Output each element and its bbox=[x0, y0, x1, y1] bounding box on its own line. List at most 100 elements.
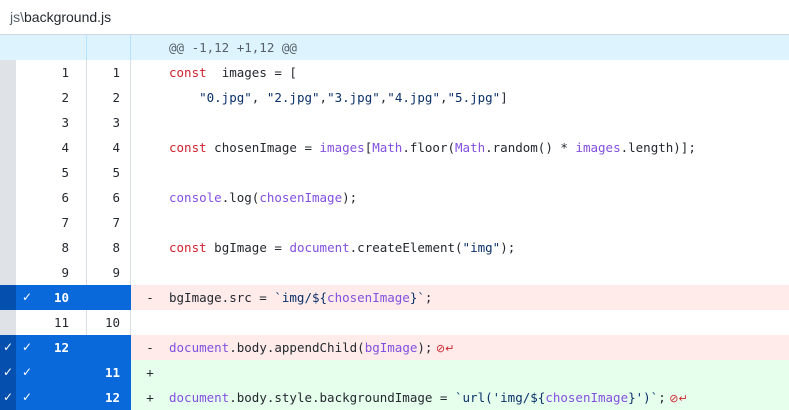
line-gutter[interactable]: ✓ bbox=[0, 385, 16, 410]
diff-sign bbox=[131, 35, 159, 60]
new-line-number[interactable]: 7 bbox=[87, 210, 131, 235]
old-line-number[interactable]: 2 bbox=[16, 85, 87, 110]
diff-line[interactable]: 55 bbox=[0, 160, 789, 185]
new-line-number[interactable]: 9 bbox=[87, 260, 131, 285]
code-token: ); bbox=[417, 340, 433, 355]
new-line-number bbox=[87, 35, 131, 60]
old-line-number[interactable]: 11 bbox=[16, 310, 87, 335]
old-line-number[interactable]: ✓ 10 bbox=[16, 285, 87, 310]
code-token: "3.jpg" bbox=[327, 90, 380, 105]
code-token: bgImage bbox=[364, 340, 418, 355]
diff-sign bbox=[131, 210, 159, 235]
line-gutter[interactable]: ✓ bbox=[0, 360, 16, 385]
diff-line[interactable]: 77 bbox=[0, 210, 789, 235]
new-line-number[interactable]: 12 bbox=[87, 385, 131, 410]
diff-line[interactable]: 22 "0.jpg", "2.jpg","3.jpg","4.jpg","5.j… bbox=[0, 85, 789, 110]
line-gutter[interactable] bbox=[0, 135, 16, 160]
line-gutter[interactable] bbox=[0, 185, 16, 210]
old-line-number[interactable]: 4 bbox=[16, 135, 87, 160]
code-token: document bbox=[169, 340, 230, 355]
new-line-number[interactable]: 3 bbox=[87, 110, 131, 135]
old-line-number bbox=[16, 35, 87, 60]
line-gutter[interactable] bbox=[0, 235, 16, 260]
old-line-number[interactable]: 6 bbox=[16, 185, 87, 210]
check-icon: ✓ bbox=[3, 390, 14, 404]
new-line-number[interactable]: 4 bbox=[87, 135, 131, 160]
code-token: images bbox=[575, 140, 621, 155]
code-token: , bbox=[251, 90, 267, 105]
old-line-number[interactable]: ✓ 12 bbox=[16, 335, 87, 360]
code-token: `img/${ bbox=[274, 290, 328, 305]
new-line-number[interactable]: 5 bbox=[87, 160, 131, 185]
new-line-number[interactable]: 8 bbox=[87, 235, 131, 260]
line-gutter[interactable] bbox=[0, 110, 16, 135]
line-gutter[interactable] bbox=[0, 310, 16, 335]
old-line-number[interactable]: 1 bbox=[16, 60, 87, 85]
code-token: }` bbox=[409, 290, 425, 305]
code-line bbox=[159, 360, 789, 385]
line-gutter[interactable]: ✓ bbox=[0, 335, 16, 360]
file-header: js\ background.js bbox=[0, 0, 789, 35]
code-line: console.log(chosenImage); bbox=[159, 185, 789, 210]
code-token: .body.appendChild( bbox=[229, 340, 365, 355]
file-name[interactable]: background.js bbox=[24, 9, 111, 25]
line-gutter[interactable] bbox=[0, 260, 16, 285]
code-token: const bbox=[169, 65, 207, 80]
old-line-number[interactable]: 8 bbox=[16, 235, 87, 260]
check-icon: ✓ bbox=[22, 340, 33, 354]
code-token: Math bbox=[372, 140, 403, 155]
diff-line[interactable]: ✓ 10 - bgImage.src = `img/${chosenImage}`; bbox=[0, 285, 789, 310]
diff-line[interactable]: ✓ ✓ 12 + document.body.style.backgroundImage… bbox=[0, 385, 789, 410]
diff-line[interactable]: 4 4 const chosenImage = images[Math.floor(… bbox=[0, 135, 789, 160]
code-token: document bbox=[289, 240, 350, 255]
line-gutter[interactable] bbox=[0, 60, 16, 85]
code-token: "2.jpg" bbox=[266, 90, 320, 105]
diff-line[interactable]: ✓ ✓ 11 + bbox=[0, 360, 789, 385]
line-gutter[interactable] bbox=[0, 160, 16, 185]
new-line-number[interactable]: 6 bbox=[87, 185, 131, 210]
new-line-number[interactable]: 10 bbox=[87, 310, 131, 335]
hunk-header: @@ -1,12 +1,12 @@ bbox=[0, 35, 789, 60]
diff-line[interactable]: 1 1 const images = [ bbox=[0, 60, 789, 85]
check-icon: ✓ bbox=[3, 365, 14, 379]
line-gutter[interactable] bbox=[0, 85, 16, 110]
code-token: chosenImage bbox=[327, 290, 410, 305]
no-newline-icon: ⊘↵ bbox=[432, 342, 455, 355]
old-line-number[interactable]: ✓ bbox=[16, 385, 87, 410]
code-token: "0.jpg" bbox=[199, 90, 252, 105]
diff-line[interactable]: 33 bbox=[0, 110, 789, 135]
code-line: const bgImage = document.createElement("… bbox=[159, 235, 789, 260]
new-line-number[interactable] bbox=[87, 285, 131, 310]
code-token: ); bbox=[342, 190, 358, 205]
new-line-number[interactable]: 2 bbox=[87, 85, 131, 110]
diff-line[interactable]: 8 8 const bgImage = document.createElement… bbox=[0, 235, 789, 260]
check-icon: ✓ bbox=[22, 290, 33, 304]
diff-sign bbox=[131, 60, 159, 85]
gutter bbox=[0, 35, 16, 60]
line-gutter[interactable] bbox=[0, 210, 16, 235]
old-line-number[interactable]: ✓ bbox=[16, 360, 87, 385]
diff-line[interactable]: ✓ ✓ 12 - document.body.appendChild(bgImage);… bbox=[0, 335, 789, 360]
code-token: Math bbox=[455, 140, 486, 155]
new-line-number[interactable] bbox=[87, 335, 131, 360]
old-line-number[interactable]: 3 bbox=[16, 110, 87, 135]
new-line-number[interactable]: 11 bbox=[87, 360, 131, 385]
code-line: const chosenImage = images[Math.floor(Ma… bbox=[159, 135, 789, 160]
old-line-number[interactable]: 7 bbox=[16, 210, 87, 235]
line-gutter[interactable] bbox=[0, 285, 16, 310]
diff-line[interactable]: 99 bbox=[0, 260, 789, 285]
diff-line[interactable]: 6 6 console.log(chosenImage); bbox=[0, 185, 789, 210]
diff-line[interactable]: 11 10 bbox=[0, 310, 789, 335]
code-token: ; bbox=[658, 390, 666, 405]
code-line: bgImage.src = `img/${chosenImage}`; bbox=[159, 285, 789, 310]
code-token: , bbox=[439, 90, 448, 105]
file-path-prefix: js\ bbox=[10, 9, 24, 25]
old-line-number[interactable]: 9 bbox=[16, 260, 87, 285]
new-line-number[interactable]: 1 bbox=[87, 60, 131, 85]
old-line-number[interactable]: 5 bbox=[16, 160, 87, 185]
code-token: chosenImage = bbox=[206, 140, 320, 155]
code-token: .length)]; bbox=[620, 140, 696, 155]
diff-sign: - bbox=[131, 335, 159, 360]
